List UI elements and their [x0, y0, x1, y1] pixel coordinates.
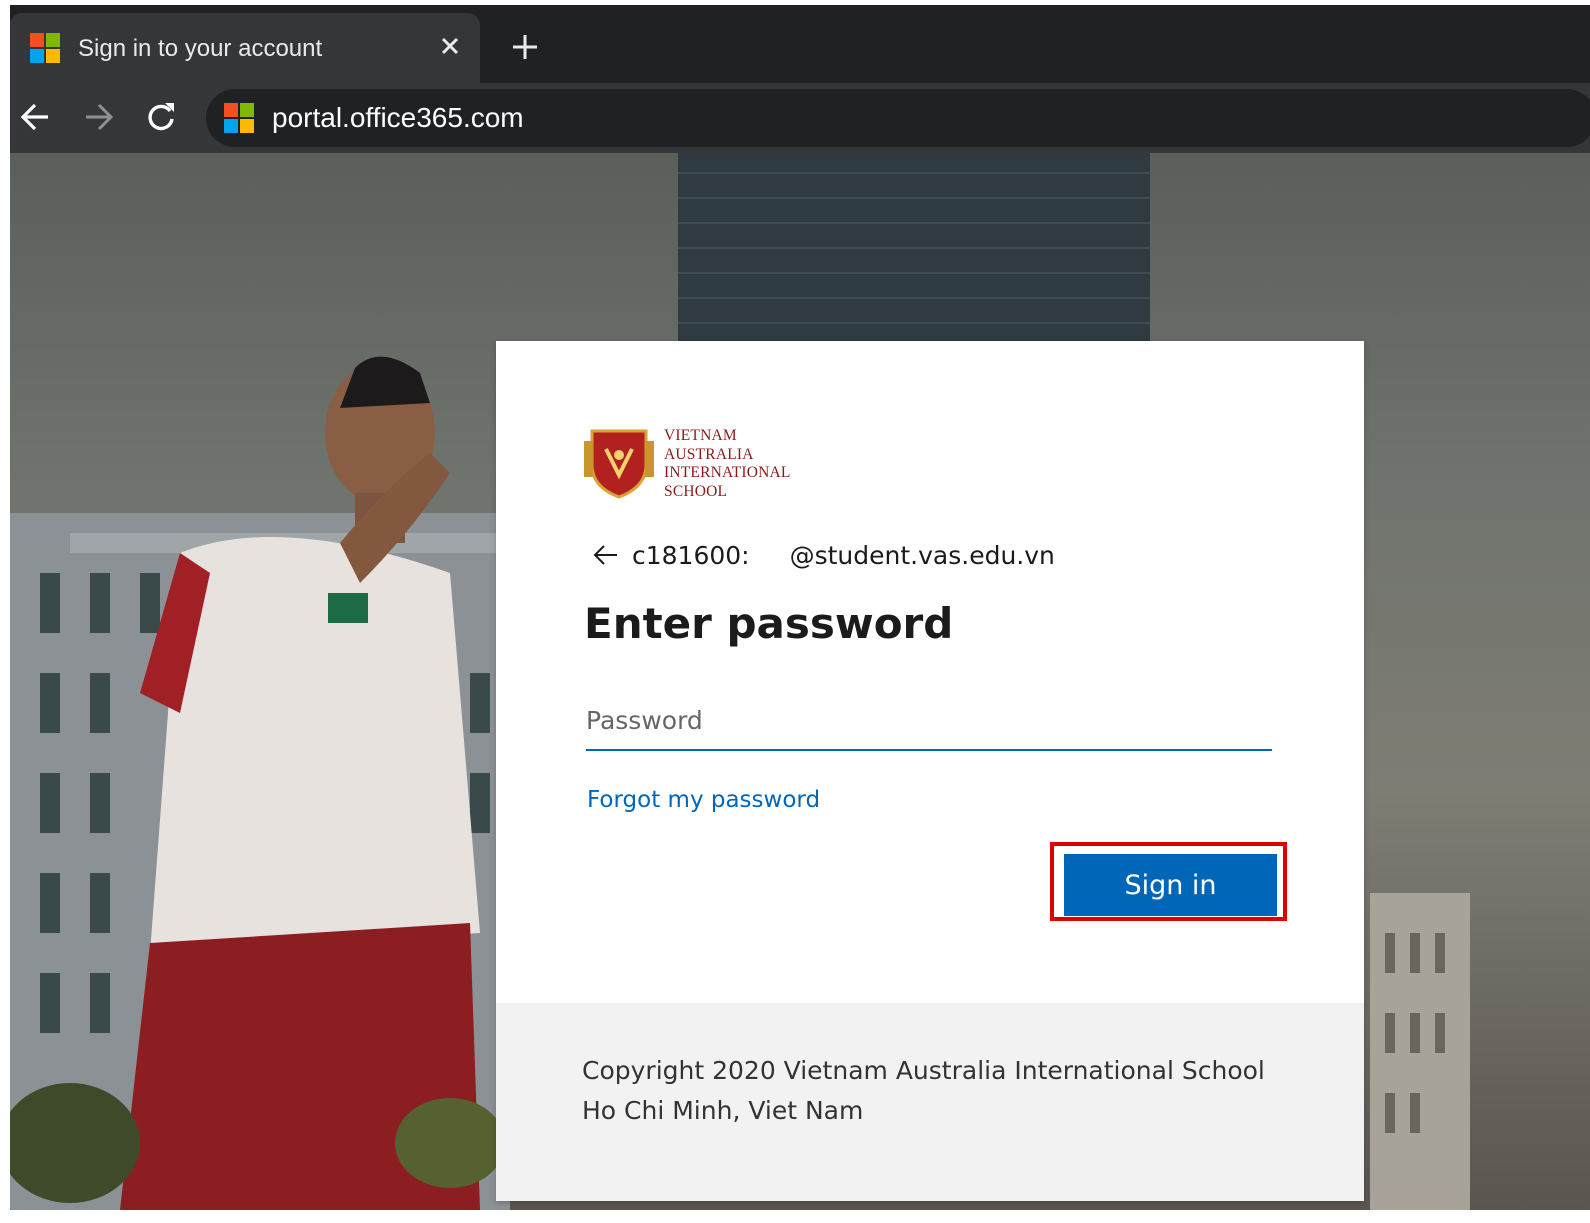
tab-title: Sign in to your account [78, 35, 323, 62]
back-arrow-icon[interactable] [18, 99, 54, 135]
page-title: Enter password [584, 599, 954, 648]
browser-toolbar: portal.office365.com [10, 83, 1590, 153]
card-footer: Copyright 2020 Vietnam Australia Interna… [496, 1003, 1364, 1201]
logo-line-4: SCHOOL [664, 482, 728, 500]
address-bar[interactable]: portal.office365.com [206, 89, 1590, 147]
logo-line-1: VIETNAM [664, 427, 737, 444]
close-icon[interactable] [435, 31, 465, 61]
logo-line-3: INTERNATIONAL [664, 464, 791, 481]
microsoft-logo-icon [224, 103, 254, 133]
page-content: VIETNAM AUSTRALIA INTERNATIONAL SCHOOL c… [10, 153, 1590, 1210]
reload-icon[interactable] [143, 99, 179, 135]
tab-sign-in[interactable]: Sign in to your account [10, 13, 480, 83]
plus-icon[interactable] [507, 29, 543, 65]
identity-domain: @student.vas.edu.vn [789, 540, 1055, 570]
school-crest-icon [584, 429, 654, 499]
password-field[interactable] [586, 691, 1272, 751]
copyright-text: Copyright 2020 Vietnam Australia Interna… [582, 1056, 1265, 1125]
identity-banner[interactable]: c181600: @student.vas.edu.vn [592, 537, 1055, 573]
forgot-password-link[interactable]: Forgot my password [587, 787, 820, 813]
browser-window: Sign in to your account portal.office365… [10, 5, 1590, 1210]
school-logo-text: VIETNAM AUSTRALIA INTERNATIONAL SCHOOL [664, 427, 791, 501]
back-arrow-icon[interactable] [592, 541, 620, 569]
identity-username: c181600: [632, 540, 750, 570]
forward-arrow-icon[interactable] [80, 99, 116, 135]
logo-line-2: AUSTRALIA [664, 445, 754, 463]
microsoft-logo-icon [30, 33, 60, 63]
url-text[interactable]: portal.office365.com [272, 102, 524, 134]
sign-in-button[interactable]: Sign in [1064, 854, 1277, 916]
signin-card: VIETNAM AUSTRALIA INTERNATIONAL SCHOOL c… [496, 341, 1364, 1201]
tab-strip: Sign in to your account [10, 5, 1590, 83]
